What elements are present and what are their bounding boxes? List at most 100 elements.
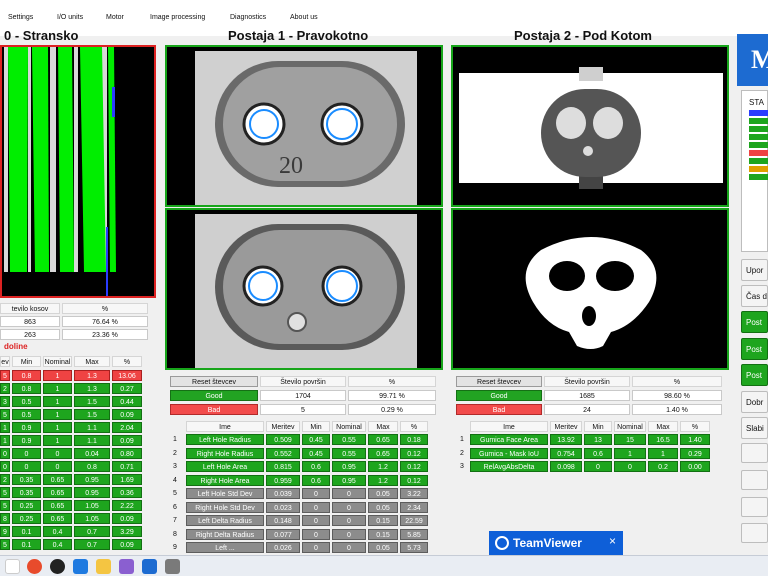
station2-reset-button[interactable]: Reset števcev [456, 376, 542, 387]
station0-table-cell: 1.3 [74, 370, 110, 381]
menu-diagnostics[interactable]: Diagnostics [230, 14, 266, 21]
station1-reset-button[interactable]: Reset števcev [170, 376, 258, 387]
station1-table-cell: 0.6 [302, 461, 330, 472]
station1-table-cell: 0.12 [400, 461, 428, 472]
station0-table-cell: 0.4 [43, 539, 72, 550]
station1-part-image-bottom [167, 210, 441, 368]
station1-row-number: 5 [173, 490, 177, 497]
station1-table-cell: 0 [302, 501, 330, 513]
teamviewer-banner[interactable]: TeamViewer × [489, 531, 623, 555]
right-button-dobr[interactable]: Dobr [741, 391, 768, 413]
station2-table-header: Min [584, 421, 612, 432]
station1-table-cell: 0.55 [332, 434, 366, 445]
station0-table-header: % [112, 356, 142, 367]
station0-table-header: Min [12, 356, 41, 367]
status-log-line [749, 134, 768, 140]
menu-motor[interactable]: Motor [106, 14, 124, 21]
station1-row-number: 2 [173, 449, 177, 457]
station1-table-cell: 0.15 [368, 528, 398, 540]
station2-table-cell: 0 [614, 461, 646, 472]
station1-row-number: 7 [173, 517, 177, 524]
station1-row-number: 8 [173, 530, 177, 538]
station0-table-cell: 1.05 [74, 513, 110, 524]
station0-table-cell: 0.7 [74, 526, 110, 537]
station1-table-cell: 0.05 [368, 501, 398, 513]
station0-good-pct: 76.64 % [62, 316, 148, 327]
station1-table-cell: 5.73 [400, 542, 428, 553]
right-button-post3[interactable]: Post [741, 364, 768, 386]
station0-table-cell: 5 [0, 539, 10, 550]
station2-table-cell: 0.00 [680, 461, 710, 472]
station0-table-cell: 0.25 [12, 513, 41, 524]
station2-table-cell: 1 [614, 447, 646, 459]
station0-table-cell: 1 [0, 435, 10, 446]
station0-table-cell: 1 [43, 396, 72, 407]
right-button-slabi[interactable]: Slabi [741, 417, 768, 439]
station0-table-cell: 0.65 [43, 474, 72, 485]
station0-table-header: ev [0, 356, 10, 367]
station2-good-count: 1685 [544, 390, 630, 401]
station0-bad-pct: 23.36 % [62, 329, 148, 340]
menu-settings[interactable]: Settings [8, 14, 33, 21]
station0-table-cell: 0.09 [112, 435, 142, 446]
station2-part-image-top [453, 47, 727, 205]
station1-good-pct: 99.71 % [348, 390, 436, 401]
app-icon[interactable] [165, 559, 180, 574]
teamviewer-close-icon[interactable]: × [609, 534, 616, 548]
station0-table-cell: 0.36 [112, 487, 142, 498]
teamviewer-task-icon[interactable] [73, 559, 88, 574]
station0-table-cell: 0.4 [43, 526, 72, 537]
station0-table-cell: 3.29 [112, 526, 142, 537]
station1-table-cell: 0.552 [266, 447, 300, 459]
status-log-line [749, 166, 768, 172]
right-button-empty[interactable] [741, 523, 768, 543]
station2-bad-count: 24 [544, 404, 630, 415]
windows-start-icon[interactable] [5, 559, 20, 574]
menu-about-us[interactable]: About us [290, 14, 318, 21]
station0-table-cell: 0.95 [74, 487, 110, 498]
station2-bad-pct: 1.40 % [632, 404, 722, 415]
menu-image-processing[interactable]: Image processing [150, 14, 205, 21]
station1-table-cell: Left Hole Area [186, 461, 264, 472]
station1-table-cell: 0.45 [302, 434, 330, 445]
station0-table-cell: 0 [43, 448, 72, 459]
station1-table-cell: 0.6 [302, 474, 330, 486]
right-button-post1[interactable]: Post [741, 311, 768, 333]
right-button-empty[interactable] [741, 497, 768, 517]
right-button-empty[interactable] [741, 443, 768, 463]
visual-studio-icon[interactable] [119, 559, 134, 574]
station0-status-text: doline [4, 342, 28, 351]
station1-table-cell: 0.815 [266, 461, 300, 472]
status-log-line [749, 142, 768, 148]
station0-table-cell: 0.9 [12, 435, 41, 446]
station1-table-cell: 0.509 [266, 434, 300, 445]
file-explorer-icon[interactable] [96, 559, 111, 574]
station0-table-cell: 1 [43, 370, 72, 381]
teamviewer-icon [495, 536, 509, 550]
station1-table-cell: Right Hole Radius [186, 447, 264, 459]
station1-table-cell: 0.959 [266, 474, 300, 486]
station1-good-label: Good [170, 390, 258, 401]
station0-table-cell: 0.1 [12, 539, 41, 550]
station0-profile-image [2, 47, 154, 296]
station1-table-cell: 22.59 [400, 515, 428, 526]
menu-io-units[interactable]: I/O units [57, 14, 83, 21]
station0-table-cell: 3 [0, 396, 10, 407]
station0-table-cell: 0 [0, 461, 10, 472]
status-log-line [749, 174, 768, 180]
right-button-post2[interactable]: Post [741, 338, 768, 360]
right-button-empty[interactable] [741, 470, 768, 490]
station0-table-cell: 0.9 [12, 422, 41, 433]
station1-camera-bottom [165, 208, 443, 370]
station0-table-cell: 0.8 [12, 370, 41, 381]
right-button-upor[interactable]: Upor [741, 259, 768, 281]
station2-camera-bottom [451, 208, 729, 370]
status-log-line [749, 118, 768, 124]
station0-table-cell: 1.69 [112, 474, 142, 485]
app-logo-icon[interactable] [142, 559, 157, 574]
obs-icon[interactable] [50, 559, 65, 574]
right-button-cas[interactable]: Čas d [741, 285, 768, 307]
firefox-icon[interactable] [27, 559, 42, 574]
station0-table-cell: 5 [0, 487, 10, 498]
station2-table-cell: 0.098 [550, 461, 582, 472]
